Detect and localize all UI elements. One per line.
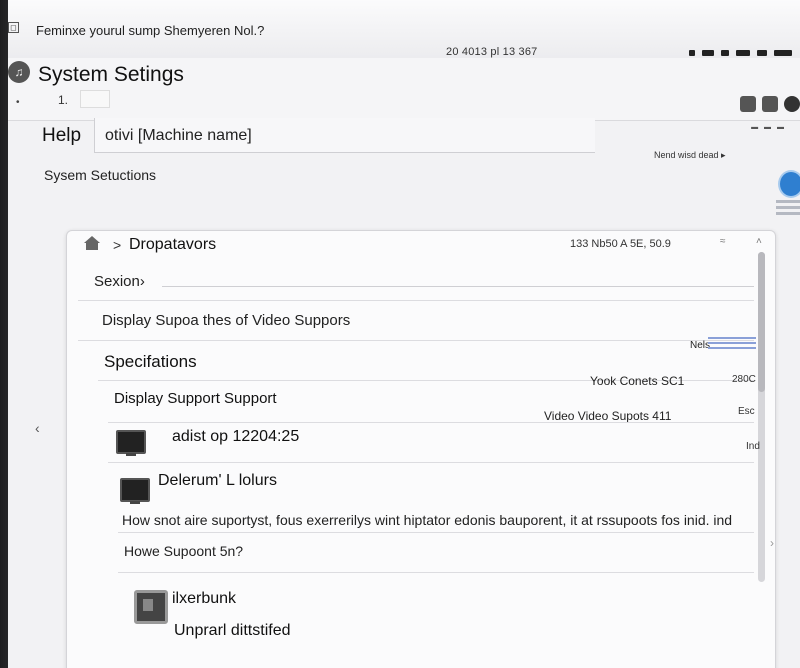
help-circle-button[interactable] <box>778 170 800 198</box>
status-icons <box>689 50 792 56</box>
section-label[interactable]: Sexion› <box>94 273 145 290</box>
account-icon[interactable] <box>784 96 800 112</box>
panel-menu-icon[interactable]: ≈ <box>720 236 726 247</box>
toolbar-caption: ▬ ▬ ▬ <box>751 124 786 131</box>
column-label: Yook Conets SC1 <box>590 374 685 388</box>
row-divider <box>78 300 754 301</box>
section-divider <box>162 286 754 287</box>
specifications-heading: Specifations <box>104 352 197 371</box>
menu-label: Nels <box>690 340 711 351</box>
app-title: System Setings <box>38 63 184 86</box>
list-item[interactable]: ilxerbunk <box>172 590 236 608</box>
support-paragraph: How snot aire suportyst, fous exerrerily… <box>122 512 733 528</box>
feed-link[interactable]: Nend wisd dead ▸ <box>654 150 726 161</box>
home-icon-base <box>86 243 98 250</box>
breadcrumb-chevron-icon: > <box>113 237 122 253</box>
list-view-icon[interactable] <box>762 96 778 112</box>
toolbar-dot-button[interactable]: • <box>16 97 20 108</box>
window-title: Feminxe yourul sump Shemyeren Nol.? <box>36 23 265 38</box>
screen: ◻ Feminxe yourul sump Shemyeren Nol.? 20… <box>8 0 800 668</box>
battery-icon <box>689 50 695 56</box>
scrollbar-thumb[interactable] <box>758 252 765 392</box>
grid-view-icon[interactable] <box>740 96 756 112</box>
column-value: Ind <box>746 441 760 452</box>
toolbar-item-button[interactable]: 1. <box>58 93 68 107</box>
scroll-up-icon[interactable]: ˄ <box>756 236 762 247</box>
chevron-left-icon[interactable]: ‹ <box>35 420 40 436</box>
machine-name-value: otivi [Machine name] <box>105 127 252 144</box>
row-divider <box>78 340 754 341</box>
right-toolbar <box>740 96 800 112</box>
display-support-heading: Display Support Support <box>114 390 277 407</box>
toolbar-field[interactable] <box>80 90 110 108</box>
settings-app-icon: ♫ <box>8 61 30 83</box>
menu-icon[interactable] <box>708 337 756 352</box>
display-support-text: Display Supoa thes of Video Suppors <box>102 312 351 329</box>
wifi-icon <box>702 50 714 56</box>
column-label: Video Video Supots 411 <box>544 409 672 423</box>
row-divider <box>108 422 754 423</box>
system-sections-label: Sysem Setuctions <box>44 167 157 183</box>
home-icon[interactable] <box>84 236 100 243</box>
column-value: 280C <box>732 374 756 385</box>
help-label: Help <box>42 125 82 146</box>
version-readout: 133 Nb50 A 5E, 50.9 <box>570 238 671 250</box>
breadcrumb[interactable]: Dropatavors <box>129 236 216 254</box>
user-icon <box>774 50 792 56</box>
side-list-icon <box>776 200 800 218</box>
support-question: Howe Supoont 5n? <box>124 543 244 559</box>
list-item[interactable]: Delerum' L lolurs <box>158 472 277 490</box>
list-item[interactable]: adist op 12204:25 <box>172 428 299 446</box>
row-divider <box>108 462 754 463</box>
device-icon <box>134 590 168 624</box>
column-value: Esc <box>738 406 755 417</box>
monitor-icon <box>116 430 146 456</box>
clock-readout: 20 4013 pl 13 367 <box>446 46 538 58</box>
signal-icon <box>736 50 750 56</box>
list-item[interactable]: Unprarl dittstifed <box>174 622 291 640</box>
chevron-right-icon[interactable]: › <box>770 536 774 550</box>
volume-icon <box>721 50 729 56</box>
machine-name-field[interactable]: otivi [Machine name] <box>94 118 595 153</box>
monitor-icon <box>120 478 150 504</box>
row-divider <box>118 572 754 573</box>
window-close-icon[interactable]: ◻ <box>8 22 19 33</box>
row-divider <box>118 532 754 533</box>
menu-extra-icon <box>757 50 767 56</box>
